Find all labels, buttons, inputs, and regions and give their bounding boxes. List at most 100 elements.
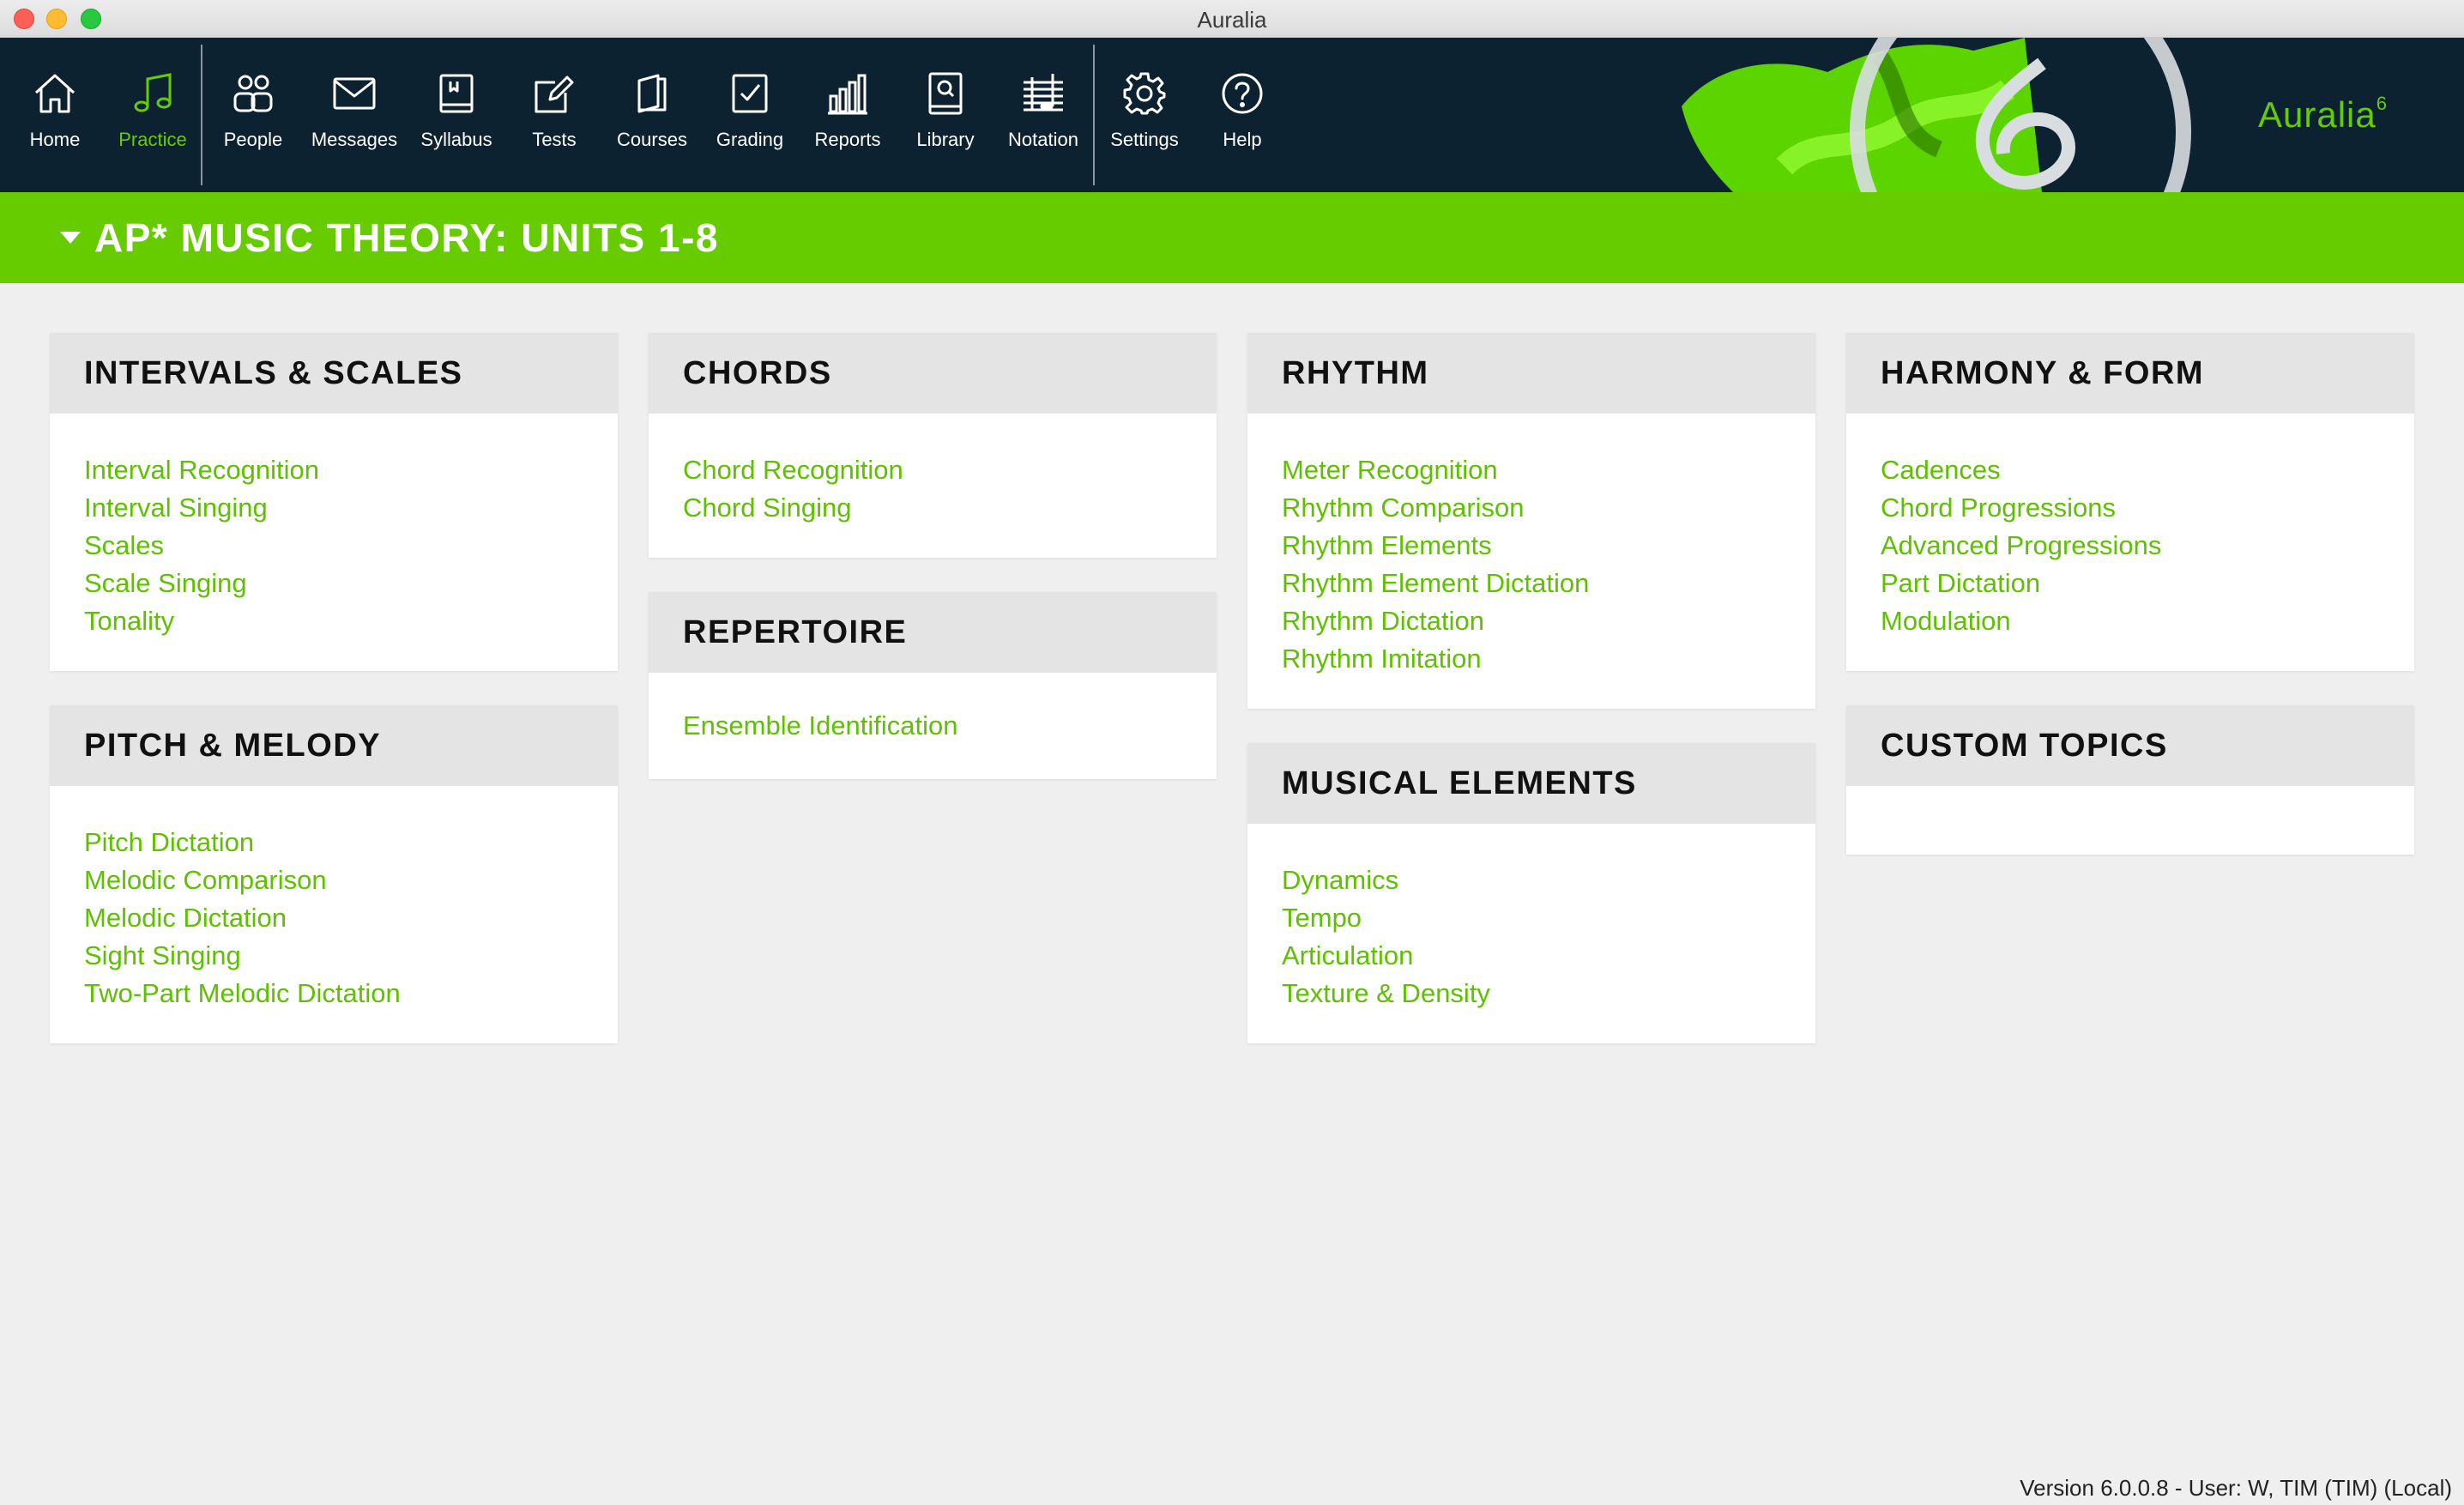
toolbar-home[interactable]: Home bbox=[6, 38, 104, 192]
card-title: CUSTOM TOPICS bbox=[1846, 705, 2414, 786]
toolbar-syllabus[interactable]: Syllabus bbox=[408, 38, 505, 192]
card-links: Cadences Chord Progressions Advanced Pro… bbox=[1846, 414, 2414, 640]
card-title: INTERVALS & SCALES bbox=[50, 333, 618, 414]
toolbar-label: Settings bbox=[1110, 129, 1179, 150]
topic-card-harmony-form: HARMONY & FORM Cadences Chord Progressio… bbox=[1846, 333, 2414, 671]
topic-link[interactable]: Chord Recognition bbox=[683, 451, 1182, 489]
topic-link[interactable]: Ensemble Identification bbox=[683, 707, 1182, 745]
brand-name: Auralia bbox=[2258, 94, 2376, 135]
main-toolbar: Home Practice People Messages Syllabus T… bbox=[0, 38, 2464, 192]
status-footer: Version 6.0.0.8 - User: W, TIM (TIM) (Lo… bbox=[2020, 1475, 2452, 1501]
toolbar-label: Library bbox=[916, 129, 975, 150]
courses-book-icon bbox=[637, 74, 667, 113]
syllabus-book-icon bbox=[439, 74, 474, 113]
question-icon bbox=[1222, 73, 1263, 114]
course-dropdown-arrow-icon[interactable] bbox=[60, 232, 81, 244]
card-links: Chord Recognition Chord Singing bbox=[649, 414, 1217, 527]
card-title: MUSICAL ELEMENTS bbox=[1247, 743, 1815, 824]
topic-link[interactable]: Tonality bbox=[84, 602, 583, 640]
topic-link[interactable]: Two-Part Melodic Dictation bbox=[84, 975, 583, 1012]
topic-link[interactable]: Tempo bbox=[1282, 899, 1781, 937]
topic-card-intervals-scales: INTERVALS & SCALES Interval Recognition … bbox=[50, 333, 618, 671]
toolbar-settings[interactable]: Settings bbox=[1096, 38, 1193, 192]
topic-link[interactable]: Rhythm Comparison bbox=[1282, 489, 1781, 527]
topic-link[interactable]: Texture & Density bbox=[1282, 975, 1781, 1012]
topic-link[interactable]: Rhythm Elements bbox=[1282, 527, 1781, 565]
toolbar-label: Practice bbox=[118, 129, 187, 150]
toolbar-label: Home bbox=[29, 129, 81, 150]
topic-link[interactable]: Scales bbox=[84, 527, 583, 565]
topic-link[interactable]: Scale Singing bbox=[84, 565, 583, 602]
topic-link[interactable]: Dynamics bbox=[1282, 861, 1781, 899]
gear-icon bbox=[1123, 72, 1166, 115]
toolbar-reports[interactable]: Reports bbox=[799, 38, 897, 192]
toolbar-label: Tests bbox=[532, 129, 577, 150]
topic-link[interactable]: Cadences bbox=[1881, 451, 2380, 489]
card-links: Interval Recognition Interval Singing Sc… bbox=[50, 414, 618, 640]
topic-link[interactable]: Rhythm Imitation bbox=[1282, 640, 1781, 678]
toolbar-grading[interactable]: Grading bbox=[701, 38, 799, 192]
topic-card-chords: CHORDS Chord Recognition Chord Singing bbox=[649, 333, 1217, 558]
card-links: Dynamics Tempo Articulation Texture & De… bbox=[1247, 824, 1815, 1012]
topic-link[interactable]: Modulation bbox=[1881, 602, 2380, 640]
topic-link[interactable]: Rhythm Element Dictation bbox=[1282, 565, 1781, 602]
card-links: Meter Recognition Rhythm Comparison Rhyt… bbox=[1247, 414, 1815, 678]
toolbar-label: Grading bbox=[716, 129, 784, 150]
people-icon bbox=[233, 75, 273, 112]
home-icon bbox=[34, 74, 75, 113]
envelope-icon bbox=[333, 77, 376, 110]
topic-link[interactable]: Part Dictation bbox=[1881, 565, 2380, 602]
bar-chart-icon bbox=[828, 74, 867, 115]
card-title: HARMONY & FORM bbox=[1846, 333, 2414, 414]
toolbar-label: Messages bbox=[311, 129, 398, 150]
topic-card-repertoire: REPERTOIRE Ensemble Identification bbox=[649, 592, 1217, 779]
topic-card-custom-topics: CUSTOM TOPICS bbox=[1846, 705, 2414, 855]
toolbar-separator bbox=[1093, 45, 1095, 185]
toolbar-label: Help bbox=[1223, 129, 1262, 150]
toolbar-messages[interactable]: Messages bbox=[305, 38, 403, 192]
toolbar-label: Courses bbox=[617, 129, 687, 150]
card-links: Ensemble Identification bbox=[649, 673, 1217, 745]
toolbar-people[interactable]: People bbox=[204, 38, 302, 192]
checkbox-icon bbox=[732, 74, 768, 113]
topic-link[interactable]: Melodic Comparison bbox=[84, 861, 583, 899]
staff-notation-icon bbox=[1024, 74, 1063, 112]
toolbar-label: People bbox=[223, 129, 283, 150]
topic-link[interactable]: Sight Singing bbox=[84, 937, 583, 975]
toolbar-label: Syllabus bbox=[420, 129, 492, 150]
topic-link[interactable]: Interval Recognition bbox=[84, 451, 583, 489]
toolbar-label: Reports bbox=[814, 129, 881, 150]
topic-card-rhythm: RHYTHM Meter Recognition Rhythm Comparis… bbox=[1247, 333, 1815, 709]
toolbar-notation[interactable]: Notation bbox=[994, 38, 1092, 192]
brand-banner-art bbox=[1682, 38, 2191, 192]
window-title: Auralia bbox=[1197, 7, 1267, 33]
topic-link[interactable]: Rhythm Dictation bbox=[1282, 602, 1781, 640]
toolbar-help[interactable]: Help bbox=[1193, 38, 1291, 192]
card-links bbox=[1846, 786, 2414, 824]
toolbar-courses[interactable]: Courses bbox=[603, 38, 701, 192]
topic-link[interactable]: Melodic Dictation bbox=[84, 899, 583, 937]
topic-link[interactable]: Meter Recognition bbox=[1282, 451, 1781, 489]
brand-logo: Auralia6 bbox=[2258, 93, 2388, 136]
topic-link[interactable]: Interval Singing bbox=[84, 489, 583, 527]
topic-link[interactable]: Pitch Dictation bbox=[84, 824, 583, 861]
brand-version-mark: 6 bbox=[2376, 93, 2388, 114]
topic-link[interactable]: Advanced Progressions bbox=[1881, 527, 2380, 565]
library-search-icon bbox=[928, 72, 963, 115]
topic-link[interactable]: Articulation bbox=[1282, 937, 1781, 975]
toolbar-library[interactable]: Library bbox=[897, 38, 994, 192]
toolbar-separator bbox=[201, 45, 202, 185]
toolbar-practice[interactable]: Practice bbox=[104, 38, 202, 192]
card-title: REPERTOIRE bbox=[649, 592, 1217, 673]
card-title: CHORDS bbox=[649, 333, 1217, 414]
course-title[interactable]: AP* MUSIC THEORY: UNITS 1-8 bbox=[94, 215, 719, 261]
card-links: Pitch Dictation Melodic Comparison Melod… bbox=[50, 786, 618, 1012]
topic-link[interactable]: Chord Singing bbox=[683, 489, 1182, 527]
toolbar-tests[interactable]: Tests bbox=[505, 38, 603, 192]
card-title: PITCH & MELODY bbox=[50, 705, 618, 786]
topic-card-pitch-melody: PITCH & MELODY Pitch Dictation Melodic C… bbox=[50, 705, 618, 1043]
topic-link[interactable]: Chord Progressions bbox=[1881, 489, 2380, 527]
music-note-icon bbox=[134, 73, 172, 112]
title-bar: Auralia bbox=[0, 0, 2464, 38]
edit-pencil-icon bbox=[534, 76, 574, 113]
